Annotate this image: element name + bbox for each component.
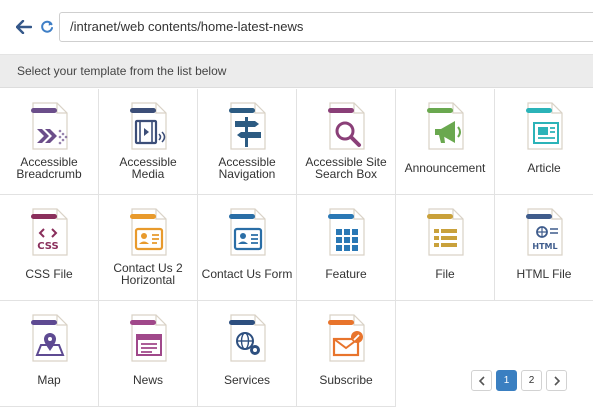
template-tile-services[interactable]: Services <box>198 301 297 407</box>
template-tile-accessible-media[interactable]: Accessible Media <box>99 89 198 195</box>
template-tile-accessible-site-search-box[interactable]: Accessible Site Search Box <box>297 89 396 195</box>
template-tile-accessible-navigation[interactable]: Accessible Navigation <box>198 89 297 195</box>
address-bar[interactable]: /intranet/web contents/home-latest-news <box>59 12 593 42</box>
template-tile-map[interactable]: Map <box>0 301 99 407</box>
contact-card-icon <box>130 208 167 256</box>
template-label: Accessible Breadcrumb <box>16 155 82 181</box>
template-label: Accessible Site Search Box <box>305 155 387 181</box>
template-tile-contact-us-form[interactable]: Contact Us Form <box>198 195 297 301</box>
refresh-icon <box>41 20 53 33</box>
template-grid: Accessible Breadcrumb Accessible Media A… <box>0 89 593 407</box>
chevron-right-icon <box>553 375 560 386</box>
template-label: Accessible Navigation <box>218 155 276 181</box>
template-tile-feature[interactable]: Feature <box>297 195 396 301</box>
css-file-icon: CSS <box>31 208 68 256</box>
template-label: Article <box>527 161 561 175</box>
next-page-button[interactable] <box>546 370 567 391</box>
template-label: Services <box>223 373 270 387</box>
envelope-pen-icon <box>328 314 365 362</box>
megaphone-icon <box>427 102 464 150</box>
template-label: Accessible Media <box>119 155 177 181</box>
list-file-icon <box>427 208 464 256</box>
pagination: 1 2 <box>471 370 567 391</box>
browser-toolbar: /intranet/web contents/home-latest-news <box>0 0 593 52</box>
back-button[interactable] <box>14 17 34 37</box>
breadcrumb-icon <box>31 102 68 150</box>
globe-gear-icon <box>229 314 266 362</box>
template-chooser: Select your template from the list below… <box>0 54 593 411</box>
template-label: Subscribe <box>319 373 373 387</box>
template-label: Map <box>37 373 61 387</box>
chevron-left-icon <box>478 375 485 386</box>
news-icon <box>130 314 167 362</box>
svg-text:CSS: CSS <box>37 241 58 252</box>
signpost-icon <box>229 102 266 150</box>
template-label: Contact Us Form <box>201 267 293 281</box>
template-tile-article[interactable]: Article <box>495 89 593 195</box>
arrow-left-icon <box>16 20 32 34</box>
template-tile-file[interactable]: File <box>396 195 495 301</box>
html-file-icon: HTML <box>526 208 563 256</box>
page-button-1[interactable]: 1 <box>496 370 517 391</box>
template-label: Feature <box>325 267 367 281</box>
map-pin-icon <box>31 314 68 362</box>
grid-icon <box>328 208 365 256</box>
template-tile-css-file[interactable]: CSS CSS File <box>0 195 99 301</box>
contact-form-icon <box>229 208 266 256</box>
template-tile-subscribe[interactable]: Subscribe <box>297 301 396 407</box>
template-tile-html-file[interactable]: HTML HTML File <box>495 195 593 301</box>
newspaper-icon <box>526 102 563 150</box>
svg-text:HTML: HTML <box>532 242 557 251</box>
template-label: Announcement <box>404 161 486 175</box>
media-icon <box>130 102 167 150</box>
template-tile-announcement[interactable]: Announcement <box>396 89 495 195</box>
page-button-2[interactable]: 2 <box>521 370 542 391</box>
chooser-prompt: Select your template from the list below <box>0 55 593 88</box>
template-label: CSS File <box>25 267 73 281</box>
template-tile-contact-us-2-horizontal[interactable]: Contact Us 2 Horizontal <box>99 195 198 301</box>
template-label: News <box>132 373 163 387</box>
magnifier-icon <box>328 102 365 150</box>
template-label: Contact Us 2 Horizontal <box>113 261 183 287</box>
refresh-button[interactable] <box>37 17 57 37</box>
template-label: HTML File <box>516 267 572 281</box>
previous-page-button[interactable] <box>471 370 492 391</box>
template-tile-news[interactable]: News <box>99 301 198 407</box>
template-tile-accessible-breadcrumb[interactable]: Accessible Breadcrumb <box>0 89 99 195</box>
template-label: File <box>435 267 455 281</box>
